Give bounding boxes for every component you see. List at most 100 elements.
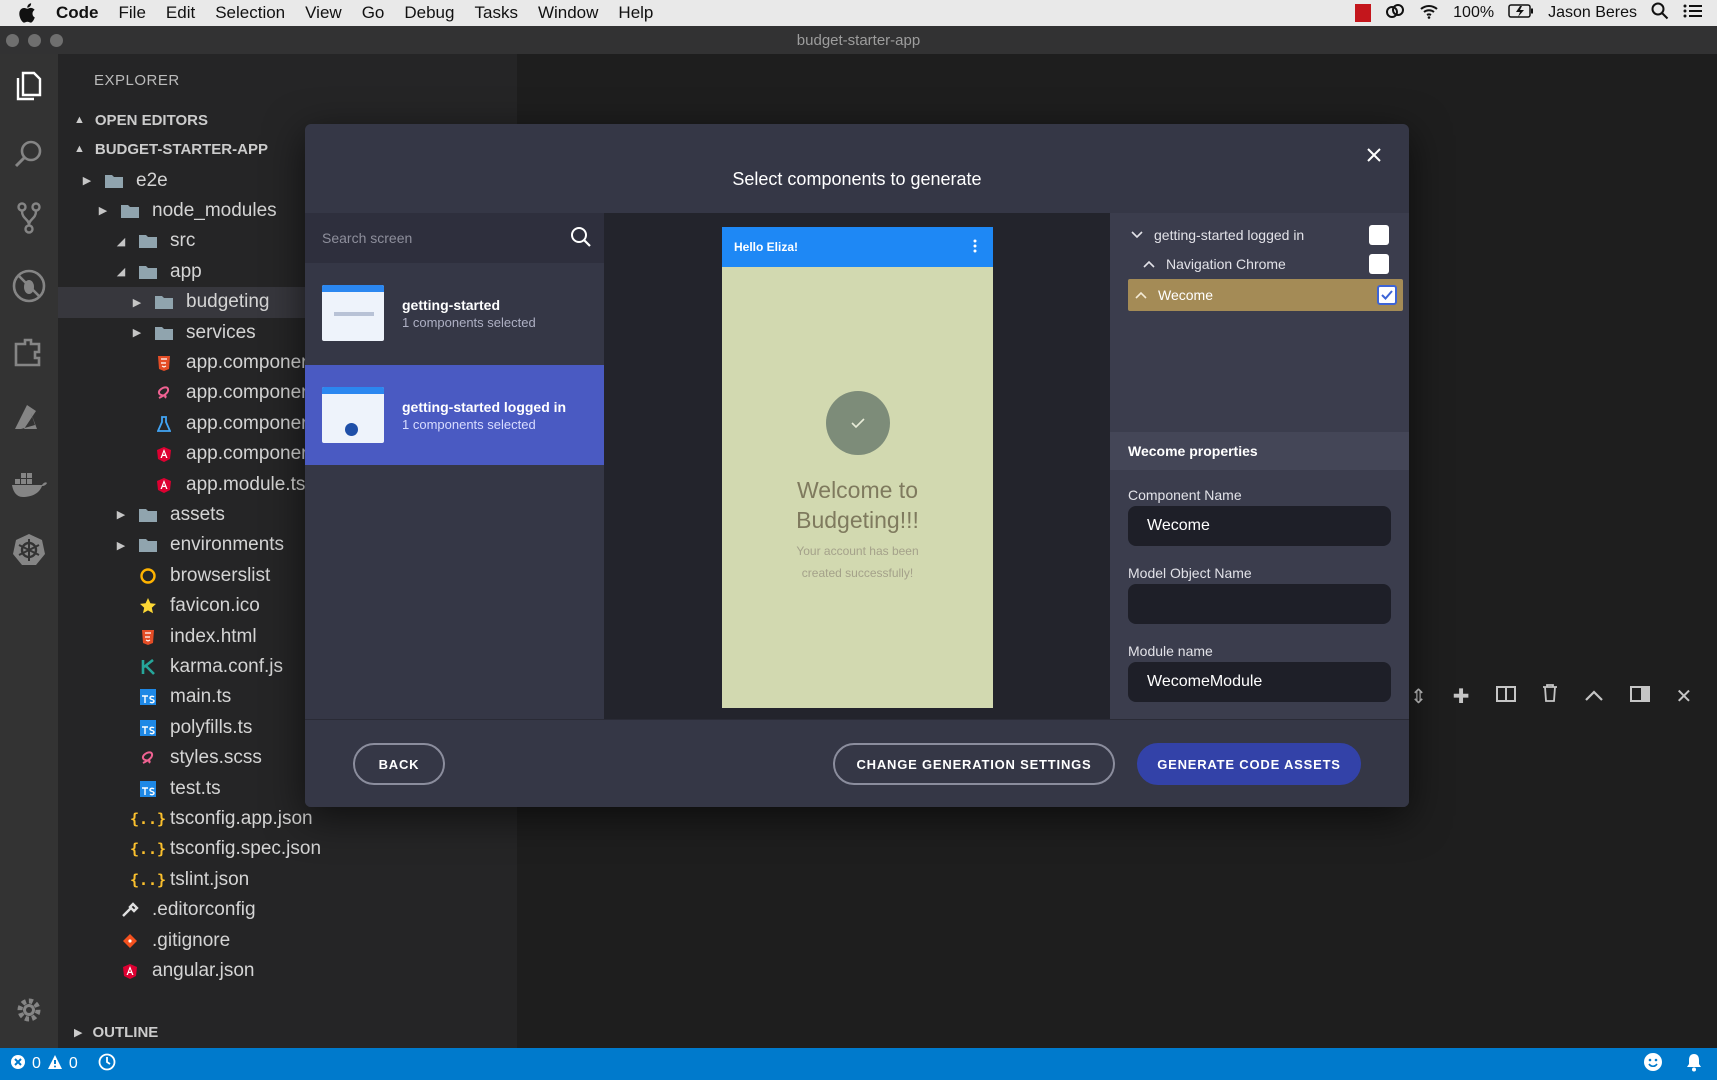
screen-item-getting-started-logged-in[interactable]: getting-started logged in 1 components s…: [305, 365, 604, 465]
status-bar: 0 0: [0, 1048, 1717, 1080]
close-dialog-icon[interactable]: [1361, 142, 1387, 168]
menu-debug[interactable]: Debug: [404, 3, 454, 23]
tree-item-label: .gitignore: [152, 929, 231, 951]
tree-item[interactable]: {..} tsconfig.spec.json: [58, 834, 517, 865]
component-checkbox[interactable]: [1369, 254, 1389, 274]
notification-center-icon[interactable]: [1683, 3, 1703, 24]
menu-tasks[interactable]: Tasks: [474, 3, 517, 23]
tree-item-label: app: [170, 260, 202, 282]
debug-icon[interactable]: [9, 266, 49, 306]
chevron-down-icon[interactable]: ◢: [114, 265, 128, 278]
tree-item-label: app.module.ts: [186, 473, 306, 495]
panel-resize-icon[interactable]: ⇕: [1410, 684, 1427, 709]
menu-window[interactable]: Window: [538, 3, 598, 23]
menu-selection[interactable]: Selection: [215, 3, 285, 23]
tree-item-label: app.componer: [186, 443, 308, 465]
source-control-icon[interactable]: [9, 198, 49, 238]
module-name-input[interactable]: [1128, 662, 1391, 702]
menu-edit[interactable]: Edit: [166, 3, 195, 23]
chevron-right-icon[interactable]: ▶: [130, 296, 144, 309]
chevron-right-icon[interactable]: ▶: [130, 326, 144, 339]
split-terminal-icon[interactable]: [1495, 685, 1516, 708]
component-label: getting-started logged in: [1154, 227, 1305, 243]
ts-file-icon: [138, 780, 158, 798]
wifi-icon[interactable]: [1419, 3, 1439, 24]
problems-indicator[interactable]: 0 0: [10, 1053, 116, 1076]
error-icon: [10, 1054, 26, 1075]
chevron-right-icon[interactable]: ▶: [96, 204, 110, 217]
explorer-icon[interactable]: [9, 66, 49, 106]
tree-item-label: karma.conf.js: [170, 655, 283, 677]
minimize-window-button[interactable]: [28, 34, 41, 47]
component-label: Navigation Chrome: [1166, 256, 1286, 272]
menu-help[interactable]: Help: [618, 3, 653, 23]
scss-file-icon: [138, 749, 158, 767]
chevron-up-icon[interactable]: [1584, 685, 1604, 708]
tree-item[interactable]: .gitignore: [58, 925, 517, 956]
azure-icon[interactable]: [9, 398, 49, 438]
screen-search-input[interactable]: [305, 230, 555, 246]
clock-icon[interactable]: [98, 1053, 116, 1076]
tree-item-label: polyfills.ts: [170, 716, 253, 738]
chevron-right-icon[interactable]: ▶: [114, 508, 128, 521]
generate-code-assets-button[interactable]: GENERATE CODE ASSETS: [1137, 743, 1361, 785]
chevron-down-icon[interactable]: ◢: [114, 235, 128, 248]
tree-item[interactable]: angular.json: [58, 955, 517, 986]
back-button[interactable]: BACK: [353, 743, 445, 785]
search-icon[interactable]: [9, 134, 49, 174]
user-name[interactable]: Jason Beres: [1548, 4, 1637, 22]
component-checkbox[interactable]: [1369, 225, 1389, 245]
close-panel-icon[interactable]: ✕: [1676, 684, 1693, 709]
settings-gear-icon[interactable]: [9, 990, 49, 1030]
kubernetes-icon[interactable]: [9, 530, 49, 570]
warning-icon: [47, 1054, 63, 1075]
toggle-panel-icon[interactable]: [1629, 685, 1650, 708]
docker-icon[interactable]: [9, 464, 49, 504]
tree-item-label: test.ts: [170, 777, 221, 799]
component-row-getting-started-logged-in[interactable]: getting-started logged in: [1128, 219, 1403, 251]
close-window-button[interactable]: [6, 34, 19, 47]
extensions-icon[interactable]: [9, 332, 49, 372]
add-terminal-icon[interactable]: ✚: [1453, 684, 1470, 709]
recording-icon[interactable]: [1355, 4, 1372, 22]
screen-name: getting-started logged in: [402, 398, 567, 415]
menu-code[interactable]: Code: [56, 3, 99, 23]
component-name-input[interactable]: [1128, 506, 1391, 546]
chevron-up-icon[interactable]: [1140, 260, 1158, 268]
json-file-icon: {..}: [129, 809, 167, 828]
search-icon[interactable]: [570, 226, 592, 253]
apple-icon[interactable]: [16, 2, 38, 24]
tree-item[interactable]: {..} tslint.json: [58, 864, 517, 895]
folder-icon: [138, 263, 158, 281]
component-row-wecome[interactable]: Wecome: [1128, 279, 1403, 311]
tree-item[interactable]: {..} tsconfig.app.json: [58, 803, 517, 834]
menu-view[interactable]: View: [305, 3, 342, 23]
battery-icon[interactable]: [1508, 3, 1534, 23]
chevron-right-icon[interactable]: ▶: [114, 539, 128, 552]
chevron-down-icon[interactable]: [1128, 231, 1146, 239]
component-checkbox-checked[interactable]: [1377, 285, 1397, 305]
success-check-icon: [826, 391, 890, 455]
outline-section[interactable]: ▶ OUTLINE: [58, 1017, 517, 1047]
menu-go[interactable]: Go: [362, 3, 385, 23]
tree-item[interactable]: .editorconfig: [58, 895, 517, 926]
change-generation-settings-button[interactable]: CHANGE GENERATION SETTINGS: [833, 743, 1115, 785]
html-file-icon: [154, 354, 174, 372]
feedback-smiley-icon[interactable]: [1643, 1052, 1663, 1077]
browserslist-icon: [138, 567, 158, 585]
component-row-navigation-chrome[interactable]: Navigation Chrome: [1128, 248, 1403, 280]
menu-file[interactable]: File: [119, 3, 146, 23]
notification-bell-icon[interactable]: [1685, 1052, 1703, 1077]
ts-file-icon: [138, 719, 158, 737]
maximize-window-button[interactable]: [50, 34, 63, 47]
folder-icon: [154, 293, 174, 311]
model-object-name-input[interactable]: [1128, 584, 1391, 624]
trash-icon[interactable]: [1542, 684, 1558, 708]
star-icon: [138, 597, 158, 615]
screen-item-getting-started[interactable]: getting-started 1 components selected: [305, 263, 604, 363]
tree-item-label: tsconfig.spec.json: [170, 838, 322, 860]
chevron-right-icon[interactable]: ▶: [80, 174, 94, 187]
spotlight-search-icon[interactable]: [1651, 2, 1669, 25]
chevron-up-icon[interactable]: [1132, 291, 1150, 299]
creative-cloud-icon[interactable]: [1385, 3, 1405, 24]
